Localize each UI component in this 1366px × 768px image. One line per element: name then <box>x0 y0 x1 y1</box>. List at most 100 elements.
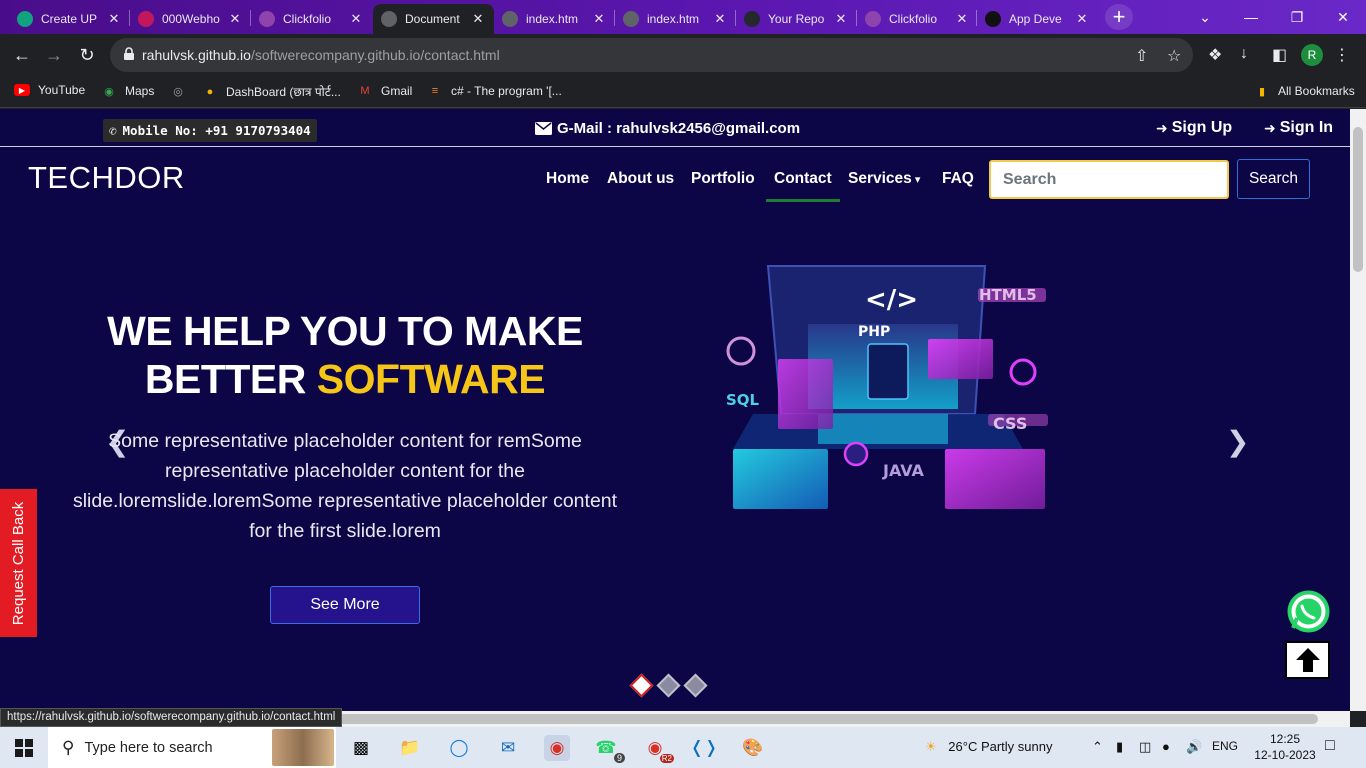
nav-services[interactable]: Services ▾ <box>848 170 920 188</box>
vscode-icon[interactable]: ❬❭ <box>690 735 719 761</box>
clock-date: 12-10-2023 <box>1254 748 1316 762</box>
tab-close-icon[interactable]: ✕ <box>470 11 486 27</box>
carousel-next-icon[interactable]: ❯ <box>1226 425 1249 458</box>
mail-icon[interactable]: ✉ <box>495 735 521 761</box>
clock[interactable]: 12:25 12-10-2023 <box>1250 731 1320 763</box>
download-icon[interactable]: ↓ <box>1240 45 1248 63</box>
sign-in-label: Sign In <box>1279 119 1334 136</box>
new-tab-button[interactable]: + <box>1105 4 1133 30</box>
nav-about-us[interactable]: About us <box>607 170 674 188</box>
tray-volume-icon[interactable]: 🔊 <box>1186 739 1202 755</box>
profile-avatar[interactable]: R <box>1301 44 1323 66</box>
tab-close-icon[interactable]: ✕ <box>106 11 122 27</box>
hero-title-highlight: SOFTWARE <box>316 356 546 402</box>
language-indicator[interactable]: ENG <box>1212 739 1238 753</box>
bookmark-item[interactable]: ▶ YouTube <box>14 83 85 97</box>
browser-tab[interactable]: Clickfolio ✕ <box>857 4 978 34</box>
sign-up-link[interactable]: ➜ Sign Up <box>1156 119 1232 137</box>
nav-faq[interactable]: FAQ <box>942 170 974 188</box>
nav-portfolio[interactable]: Portfolio <box>691 170 755 188</box>
browser-tab[interactable]: index.htm ✕ <box>615 4 736 34</box>
web-page: ✆ Mobile No: +91 9170793404 G-Mail : rah… <box>0 109 1350 711</box>
browser-tab[interactable]: Clickfolio ✕ <box>251 4 372 34</box>
tray-chevron-icon[interactable]: ⌃ <box>1092 739 1103 755</box>
bookmark-item[interactable]: M Gmail <box>357 83 412 99</box>
tab-close-icon[interactable]: ✕ <box>954 11 970 27</box>
tab-search-icon[interactable]: ⌄ <box>1182 0 1228 34</box>
task-view-icon[interactable]: ▩ <box>348 735 374 761</box>
tray-meet-icon[interactable]: ● <box>1162 739 1170 754</box>
vertical-scroll-thumb[interactable] <box>1353 127 1363 272</box>
restore-button[interactable]: ❐ <box>1274 0 1320 34</box>
tab-separator <box>129 10 130 26</box>
tab-close-icon[interactable]: ✕ <box>712 11 728 27</box>
url-host: rahulvsk.github.io <box>142 47 251 63</box>
back-button[interactable]: ← <box>10 43 34 67</box>
menu-icon[interactable]: ⋮ <box>1334 45 1350 65</box>
edge-icon[interactable]: ◯ <box>446 735 472 761</box>
close-window-button[interactable]: ✕ <box>1320 0 1366 34</box>
browser-tab[interactable]: Your Repo ✕ <box>736 4 857 34</box>
address-bar[interactable]: rahulvsk.github.io/softwerecompany.githu… <box>110 38 1193 72</box>
tab-title: Clickfolio <box>889 12 938 26</box>
forward-button[interactable]: → <box>42 43 66 67</box>
url-text: rahulvsk.github.io/softwerecompany.githu… <box>142 47 500 63</box>
carousel-indicator[interactable] <box>629 673 654 698</box>
nav-label: About us <box>607 170 675 187</box>
mobile-text: Mobile No: +91 9170793404 <box>122 123 311 138</box>
software-illustration: </> HTML5 PHP SQL CSS JAVA <box>726 265 1048 509</box>
browser-tab[interactable]: 000Webho ✕ <box>130 4 251 34</box>
extensions-icon[interactable]: ❖ <box>1208 45 1222 65</box>
whatsapp-taskbar-icon[interactable]: ☎ 9 <box>593 735 625 763</box>
brand-logo[interactable]: TECHDOR <box>28 160 185 196</box>
carousel-indicator[interactable] <box>656 673 681 698</box>
taskbar-search-box[interactable]: ⚲ Type here to search <box>48 727 336 768</box>
paint-icon[interactable]: 🎨 <box>740 735 766 761</box>
file-explorer-icon[interactable]: 📁 <box>397 735 423 761</box>
reload-button[interactable]: ↻ <box>75 43 99 67</box>
tab-title: Clickfolio <box>283 12 332 26</box>
carousel-indicator[interactable] <box>683 673 708 698</box>
envelope-icon <box>535 122 552 135</box>
browser-tab[interactable]: Create UP ✕ <box>9 4 130 34</box>
back-to-top-button[interactable] <box>1285 641 1330 679</box>
clock-time: 12:25 <box>1269 732 1301 746</box>
search-input[interactable] <box>989 160 1229 199</box>
tab-title: 000Webho <box>162 12 220 26</box>
sign-in-link[interactable]: ➜ Sign In <box>1264 119 1333 137</box>
bookmark-item[interactable]: ◉ Maps <box>101 83 154 99</box>
bookmark-item[interactable]: ≡ c# - The program '[... <box>427 83 562 99</box>
chrome-icon[interactable]: ◉ <box>544 735 570 761</box>
chrome-profile-icon[interactable]: ◉ R2 <box>642 735 674 763</box>
share-icon[interactable]: ⇧ <box>1135 46 1148 66</box>
bookmark-item[interactable]: ◎ <box>170 83 194 99</box>
side-panel-icon[interactable]: ◧ <box>1272 45 1287 65</box>
see-more-button[interactable]: See More <box>270 586 420 624</box>
browser-tab[interactable]: App Deve ✕ <box>977 4 1098 34</box>
search-button[interactable]: Search <box>1237 159 1310 199</box>
browser-tab-strip: Create UP ✕ 000Webho ✕ Clickfolio ✕ Document ✕ i… <box>0 0 1366 34</box>
browser-tab[interactable]: Document ✕ <box>373 4 494 34</box>
all-bookmarks[interactable]: ▮ All Bookmarks <box>1254 83 1355 99</box>
tab-close-icon[interactable]: ✕ <box>348 11 364 27</box>
bookmark-star-icon[interactable]: ☆ <box>1167 46 1181 66</box>
nav-home[interactable]: Home <box>546 170 589 188</box>
request-call-back-button[interactable]: Request Call Back <box>0 489 37 637</box>
notifications-icon[interactable]: □ <box>1325 737 1335 755</box>
tab-close-icon[interactable]: ✕ <box>833 11 849 27</box>
whatsapp-icon[interactable] <box>1287 590 1330 633</box>
stackoverflow-icon: ≡ <box>431 85 439 97</box>
folder-icon: ▮ <box>1258 85 1266 98</box>
bookmark-item[interactable]: ● DashBoard (छात्र पोर्ट... <box>202 83 341 100</box>
weather-widget[interactable]: ☀ 26°C Partly sunny <box>925 739 1052 755</box>
windows-start-icon[interactable] <box>15 739 33 757</box>
nav-contact[interactable]: Contact <box>774 170 832 188</box>
tab-close-icon[interactable]: ✕ <box>1074 11 1090 27</box>
tab-close-icon[interactable]: ✕ <box>591 11 607 27</box>
tray-battery-icon[interactable]: ▮ <box>1116 739 1123 755</box>
browser-tab[interactable]: index.htm ✕ <box>494 4 615 34</box>
vertical-scrollbar[interactable] <box>1350 109 1366 711</box>
minimize-button[interactable]: — <box>1228 0 1274 34</box>
tab-close-icon[interactable]: ✕ <box>227 11 243 27</box>
tray-network-icon[interactable]: ◫ <box>1139 739 1151 755</box>
